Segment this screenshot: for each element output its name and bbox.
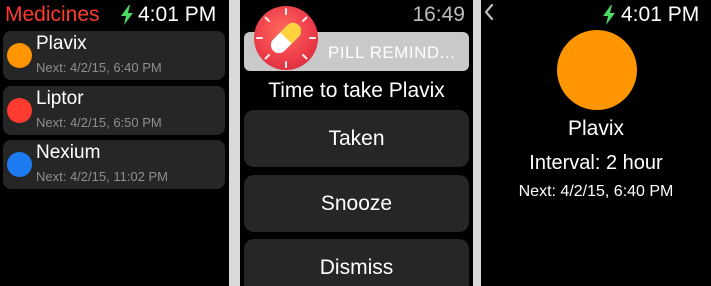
reminder-notification-screen: 16:49 PILL REMIND... Time to take Plavix… bbox=[240, 0, 473, 286]
medicine-row-nexium[interactable]: Nexium Next: 4/2/15, 11:02 PM bbox=[3, 140, 225, 189]
pill-icon bbox=[254, 6, 318, 70]
medicine-row-plavix[interactable]: Plavix Next: 4/2/15, 6:40 PM bbox=[3, 31, 225, 80]
app-name: PILL REMIND... bbox=[328, 43, 456, 62]
next-dose: Next: 4/2/15, 6:40 PM bbox=[518, 183, 674, 200]
chevron-left-icon[interactable] bbox=[484, 3, 494, 21]
medicine-detail-screen: 4:01 PM Plavix Interval: 2 hour Next: 4/… bbox=[481, 0, 711, 286]
snooze-button[interactable]: Snooze bbox=[244, 175, 469, 232]
medicine-color-dot bbox=[7, 152, 32, 177]
dose-interval: Interval: 2 hour bbox=[529, 152, 663, 174]
charging-bolt-icon bbox=[121, 5, 133, 25]
medicine-name: Liptor bbox=[36, 88, 84, 109]
medicines-list-screen: Medicines 4:01 PM Plavix Next: 4/2/15, 6… bbox=[0, 0, 229, 286]
status-time: 4:01 PM bbox=[138, 3, 217, 26]
medicine-color-circle bbox=[557, 30, 637, 110]
medicine-color-dot bbox=[7, 43, 32, 68]
medicine-color-dot bbox=[7, 98, 32, 123]
medicine-name: Nexium bbox=[36, 142, 101, 163]
medicine-next-dose: Next: 4/2/15, 11:02 PM bbox=[36, 169, 168, 184]
charging-bolt-icon bbox=[603, 5, 615, 25]
dismiss-button[interactable]: Dismiss bbox=[244, 239, 469, 286]
reminder-message: Time to take Plavix bbox=[268, 79, 445, 102]
status-time: 16:49 bbox=[412, 3, 465, 26]
taken-button[interactable]: Taken bbox=[244, 110, 469, 167]
medicine-next-dose: Next: 4/2/15, 6:50 PM bbox=[36, 115, 162, 130]
medicine-next-dose: Next: 4/2/15, 6:40 PM bbox=[36, 60, 162, 75]
medicine-row-liptor[interactable]: Liptor Next: 4/2/15, 6:50 PM bbox=[3, 86, 225, 135]
status-time: 4:01 PM bbox=[621, 3, 700, 26]
medicine-name: Plavix bbox=[36, 33, 87, 54]
page-title[interactable]: Medicines bbox=[5, 3, 100, 27]
medicine-name: Plavix bbox=[567, 117, 625, 140]
